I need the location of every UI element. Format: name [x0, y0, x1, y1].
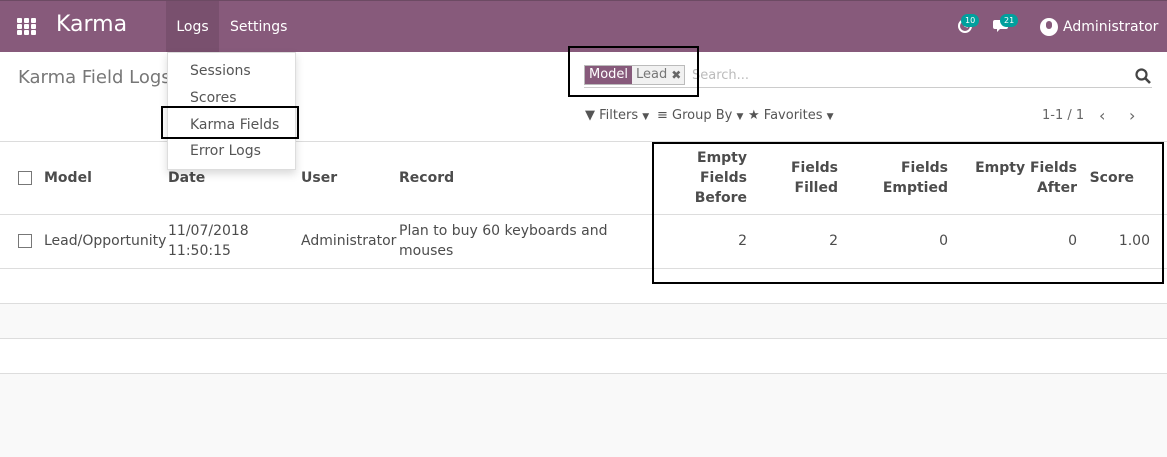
menu-item-error-logs[interactable]: Error Logs [190, 143, 261, 159]
column-user[interactable]: User [301, 142, 399, 214]
activity-badge: 10 [961, 14, 980, 27]
highlight-box-karma-fields [161, 106, 299, 139]
highlight-box-score-columns [652, 142, 1164, 284]
search-icon[interactable] [1134, 67, 1152, 85]
empty-row [0, 303, 1167, 338]
user-menu[interactable]: Administrator [1040, 16, 1158, 38]
page-title: Karma Field Logs [18, 67, 171, 88]
caret-down-icon: ▼ [736, 112, 744, 122]
user-name: Administrator [1063, 19, 1159, 35]
cell-date: 11/07/2018 11:50:15 [168, 223, 249, 259]
favorites-button[interactable]: ★ Favorites ▼ [748, 108, 834, 123]
row-checkbox[interactable] [18, 234, 32, 248]
select-all-checkbox[interactable] [18, 170, 32, 185]
select-all-cell [0, 142, 44, 214]
row-select-cell [0, 214, 44, 268]
pager-previous-icon[interactable]: ‹ [1099, 106, 1105, 125]
apps-menu-icon[interactable] [17, 18, 37, 36]
column-record[interactable]: Record [399, 142, 651, 214]
avatar [1040, 18, 1058, 36]
caret-down-icon: ▼ [642, 112, 650, 122]
pager-value[interactable]: 1-1 / 1 [1042, 108, 1084, 123]
column-model[interactable]: Model [44, 142, 168, 214]
star-icon: ★ [748, 108, 760, 123]
menu-settings[interactable]: Settings [230, 1, 287, 53]
cell-user: Administrator [301, 233, 397, 249]
filter-icon: ▼ [585, 108, 595, 123]
cell-model: Lead/Opportunity [44, 233, 167, 249]
empty-row [0, 338, 1167, 373]
group-by-icon: ≡ [657, 108, 668, 123]
caret-down-icon: ▼ [826, 112, 834, 122]
app-brand[interactable]: Karma [56, 12, 127, 37]
highlight-box-search-facet [568, 46, 699, 97]
menu-logs[interactable]: Logs [166, 1, 219, 53]
menu-item-scores[interactable]: Scores [190, 90, 237, 106]
search-input[interactable] [692, 64, 1112, 86]
group-by-button[interactable]: ≡ Group By ▼ [657, 108, 743, 123]
messages-badge: 21 [1000, 14, 1019, 27]
main-navbar: Karma Logs Settings 10 21 Administrator [0, 0, 1167, 53]
cell-record: Plan to buy 60 keyboards and mouses [399, 223, 608, 259]
filters-button[interactable]: ▼ Filters ▼ [585, 108, 649, 123]
pager-next-icon[interactable]: › [1129, 106, 1135, 125]
menu-item-sessions[interactable]: Sessions [190, 63, 251, 79]
